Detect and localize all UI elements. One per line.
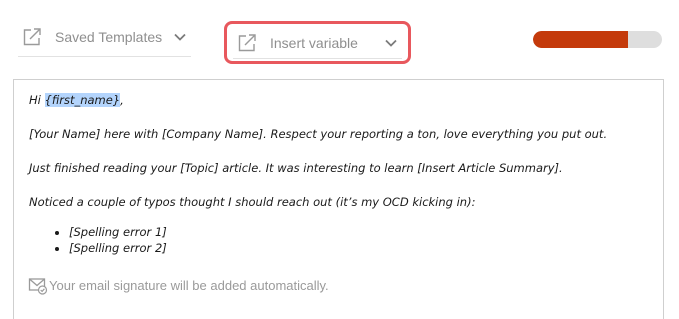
- progress-bar: [533, 31, 662, 48]
- greeting-suffix: ,: [120, 93, 124, 107]
- editor-toolbar: Saved Templates Insert variable: [0, 0, 679, 80]
- insert-variable-dropdown[interactable]: Insert variable: [224, 21, 411, 64]
- mail-check-icon: [28, 278, 48, 295]
- email-body-content[interactable]: Hi {first_name}, [Your Name] here with […: [29, 92, 649, 256]
- list-item: [Spelling error 1]: [69, 224, 649, 240]
- body-paragraph: Noticed a couple of typos thought I shou…: [29, 195, 476, 209]
- signature-text: Your email signature will be added autom…: [49, 277, 329, 293]
- saved-templates-label: Saved Templates: [55, 29, 163, 45]
- external-link-icon: [238, 34, 256, 52]
- progress-bar-fill: [533, 31, 629, 48]
- chevron-down-icon: [385, 39, 397, 47]
- chevron-down-icon: [174, 33, 186, 41]
- external-link-icon: [23, 28, 41, 46]
- list-item: [Spelling error 2]: [69, 240, 649, 256]
- first-name-variable[interactable]: {first_name}: [44, 93, 121, 107]
- signature-notice: Your email signature will be added autom…: [28, 275, 329, 295]
- typo-list: [Spelling error 1] [Spelling error 2]: [29, 224, 649, 256]
- body-paragraph: Just finished reading your [Topic] artic…: [29, 161, 563, 175]
- body-paragraph: [Your Name] here with [Company Name]. Re…: [29, 127, 608, 141]
- insert-variable-label: Insert variable: [270, 35, 358, 51]
- greeting-line: Hi {first_name},: [29, 92, 649, 108]
- greeting-prefix: Hi: [29, 93, 45, 107]
- saved-templates-dropdown[interactable]: Saved Templates: [18, 22, 191, 57]
